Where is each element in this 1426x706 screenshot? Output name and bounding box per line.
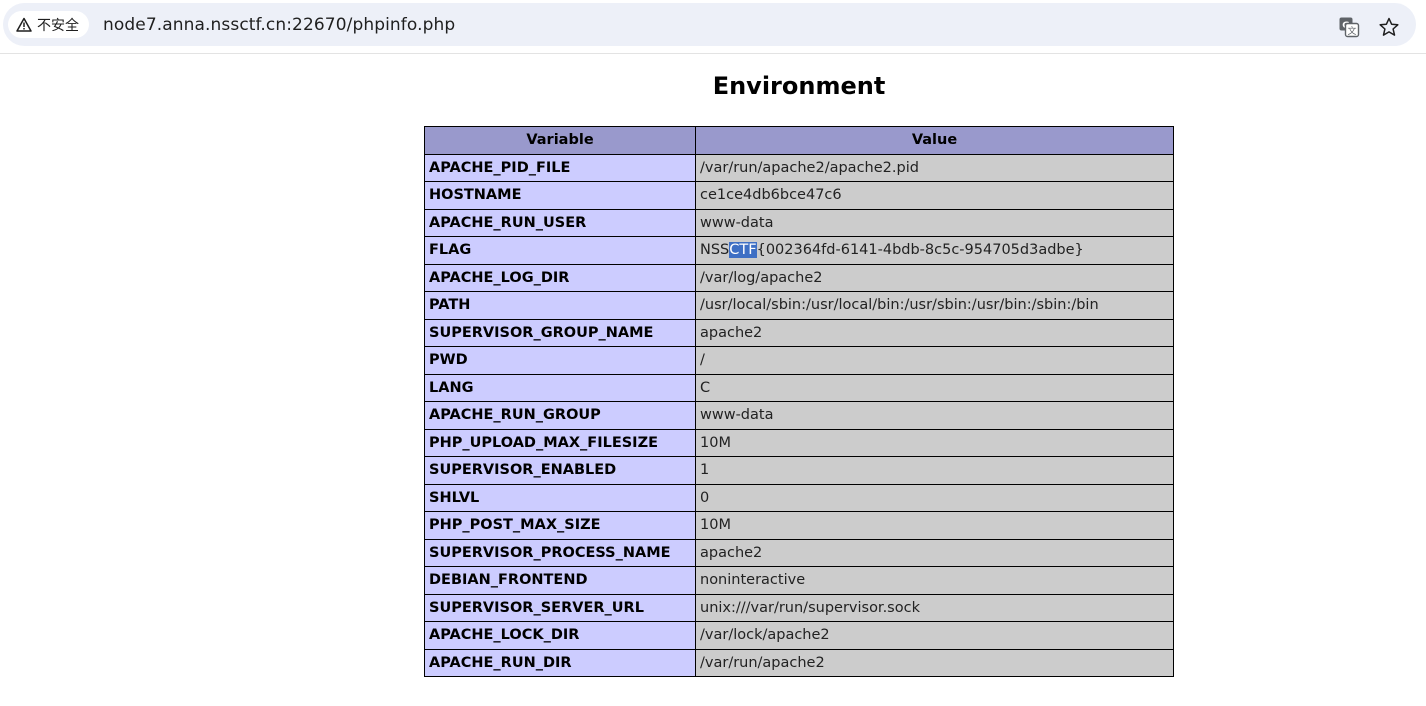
variable-value: 0 [695,483,1174,512]
security-indicator[interactable]: 不安全 [8,11,89,38]
text-selection-highlight: CTF [729,242,757,259]
table-row: PATH /usr/local/sbin:/usr/local/bin:/usr… [424,291,1174,320]
variable-name: APACHE_RUN_DIR [424,648,696,677]
address-bar[interactable]: 不安全 node7.anna.nssctf.cn:22670/phpinfo.p… [3,3,1416,46]
table-row: APACHE_LOCK_DIR /var/lock/apache2 [424,621,1174,650]
security-label: 不安全 [37,17,79,34]
variable-value: noninteractive [695,566,1174,595]
variable-value: / [695,346,1174,375]
table-header-row: Variable Value [424,126,1174,155]
variable-value: /var/log/apache2 [695,263,1174,292]
url-text[interactable]: node7.anna.nssctf.cn:22670/phpinfo.php [103,15,455,35]
environment-table: Variable Value APACHE_PID_FILE /var/run/… [424,126,1174,677]
variable-name: SUPERVISOR_PROCESS_NAME [424,538,696,567]
variable-name: FLAG [424,236,696,265]
table-row: APACHE_RUN_DIR /var/run/apache2 [424,648,1174,677]
table-row: PWD / [424,346,1174,375]
table-row: HOSTNAME ce1ce4db6bce47c6 [424,181,1174,210]
table-row: APACHE_RUN_GROUP www-data [424,401,1174,430]
variable-name: PATH [424,291,696,320]
table-row: SUPERVISOR_PROCESS_NAME apache2 [424,538,1174,567]
table-row: SUPERVISOR_ENABLED 1 [424,456,1174,485]
variable-value: /usr/local/sbin:/usr/local/bin:/usr/sbin… [695,291,1174,320]
flag-value[interactable]: NSSCTF{002364fd-6141-4bdb-8c5c-954705d3a… [695,236,1174,265]
table-row: DEBIAN_FRONTEND noninteractive [424,566,1174,595]
variable-name: SUPERVISOR_SERVER_URL [424,593,696,622]
variable-name: PWD [424,346,696,375]
variable-name: LANG [424,373,696,402]
variable-value: /var/lock/apache2 [695,621,1174,650]
variable-name: SUPERVISOR_GROUP_NAME [424,318,696,347]
variable-value: www-data [695,401,1174,430]
variable-name: PHP_UPLOAD_MAX_FILESIZE [424,428,696,457]
variable-value: /var/run/apache2/apache2.pid [695,153,1174,182]
translate-icon[interactable]: G 文 [1338,16,1360,38]
table-row: SHLVL 0 [424,483,1174,512]
variable-value: apache2 [695,538,1174,567]
warning-triangle-icon [16,17,32,33]
variable-value: 10M [695,428,1174,457]
variable-name: DEBIAN_FRONTEND [424,566,696,595]
variable-value: unix:///var/run/supervisor.sock [695,593,1174,622]
browser-toolbar: 不安全 node7.anna.nssctf.cn:22670/phpinfo.p… [0,0,1426,54]
variable-value: C [695,373,1174,402]
page-title: Environment [712,72,886,100]
variable-name: PHP_POST_MAX_SIZE [424,511,696,540]
svg-text:文: 文 [1347,25,1356,37]
column-header-value: Value [695,126,1174,155]
variable-name: APACHE_RUN_GROUP [424,401,696,430]
table-row: APACHE_RUN_USER www-data [424,208,1174,237]
flag-value-suffix: {002364fd-6141-4bdb-8c5c-954705d3adbe} [756,242,1084,259]
star-icon[interactable] [1378,16,1400,38]
variable-value: /var/run/apache2 [695,648,1174,677]
variable-name: APACHE_PID_FILE [424,153,696,182]
variable-value: apache2 [695,318,1174,347]
variable-name: APACHE_RUN_USER [424,208,696,237]
variable-value: 1 [695,456,1174,485]
table-row: PHP_UPLOAD_MAX_FILESIZE 10M [424,428,1174,457]
table-row-flag: FLAG NSSCTF{002364fd-6141-4bdb-8c5c-9547… [424,236,1174,265]
table-row: APACHE_PID_FILE /var/run/apache2/apache2… [424,153,1174,182]
variable-name: SUPERVISOR_ENABLED [424,456,696,485]
variable-value: 10M [695,511,1174,540]
table-row: LANG C [424,373,1174,402]
table-row: APACHE_LOG_DIR /var/log/apache2 [424,263,1174,292]
variable-value: www-data [695,208,1174,237]
table-row: SUPERVISOR_GROUP_NAME apache2 [424,318,1174,347]
variable-name: APACHE_LOG_DIR [424,263,696,292]
variable-name: APACHE_LOCK_DIR [424,621,696,650]
column-header-variable: Variable [424,126,696,155]
variable-name: SHLVL [424,483,696,512]
variable-value: ce1ce4db6bce47c6 [695,181,1174,210]
table-row: SUPERVISOR_SERVER_URL unix:///var/run/su… [424,593,1174,622]
table-row: PHP_POST_MAX_SIZE 10M [424,511,1174,540]
variable-name: HOSTNAME [424,181,696,210]
flag-value-prefix: NSS [700,242,730,259]
